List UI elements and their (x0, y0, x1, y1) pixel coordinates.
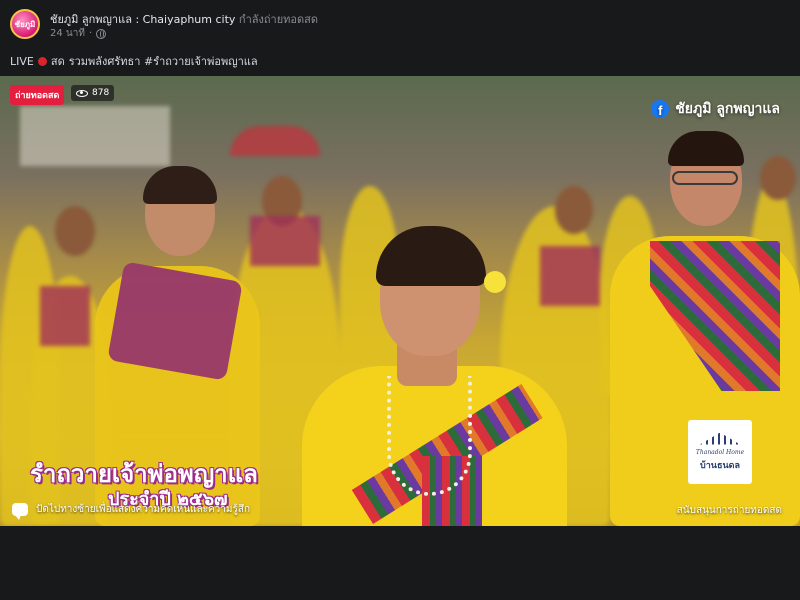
live-label: LIVE (10, 54, 34, 68)
live-status: กำลังถ่ายทอดสด (238, 13, 318, 26)
house-icon (698, 433, 742, 447)
facebook-icon: f (651, 100, 670, 118)
page-watermark-text: ชัยภูมิ ลูกพญาแล (675, 101, 780, 117)
comment-hint[interactable]: ปัดไปทางซ้ายเพื่อแสดงความคิดเห็นและความร… (12, 502, 251, 520)
post-meta: 24 นาที · (50, 26, 107, 41)
viewer-count: 878 (71, 85, 115, 101)
dancer-center (292, 226, 572, 526)
sponsor-logo: Thanadol Home บ้านธนดล (688, 420, 752, 484)
comment-icon (12, 503, 28, 520)
live-word: สด (50, 55, 65, 68)
post-time[interactable]: 24 นาที (50, 26, 85, 41)
eye-icon (76, 89, 88, 97)
viewer-count-value: 878 (92, 88, 110, 98)
comment-hint-text: ปัดไปทางซ้ายเพื่อแสดงความคิดเห็นและความร… (36, 504, 251, 515)
live-badge: ถ่ายทอดสด (10, 85, 65, 105)
sponsor-logo-th: บ้านธนดล (700, 460, 740, 471)
post-caption: LIVE สด รวมพลังศรัทธา #รำถวายเจ้าพ่อพญาแ… (10, 52, 258, 70)
globe-icon (96, 28, 107, 39)
page-avatar[interactable]: ชัยภูมิ (10, 9, 40, 39)
live-video-player[interactable]: ถ่ายทอดสด 878 f ชัยภูมิ ลูกพญาแล รำถวายเ… (0, 76, 800, 526)
page-watermark: f ชัยภูมิ ลูกพญาแล (651, 98, 780, 120)
post-header: ชัยภูมิ ชัยภูมิ ลูกพญาแล : Chaiyaphum ci… (0, 0, 800, 48)
red-circle-icon (37, 56, 47, 66)
sponsor-text: สนับสนุนการถ่ายทอดสด (676, 505, 782, 516)
page-name[interactable]: ชัยภูมิ ลูกพญาแล : Chaiyaphum city (50, 13, 235, 26)
sponsor-logo-en: Thanadol Home (695, 448, 745, 456)
caption-text: รวมพลังศรัทธา #รำถวายเจ้าพ่อพญาแล (68, 55, 258, 68)
